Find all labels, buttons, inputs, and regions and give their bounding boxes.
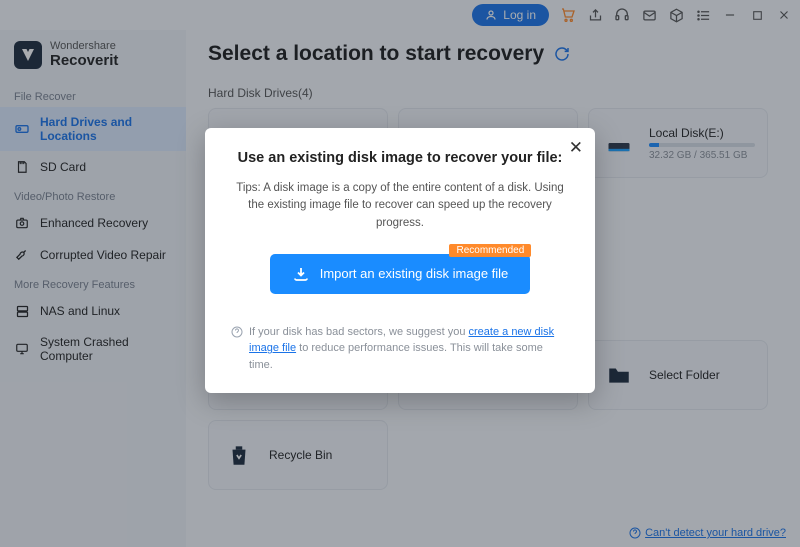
info-icon <box>231 326 243 338</box>
modal-footer: If your disk has bad sectors, we suggest… <box>231 324 569 374</box>
modal-close-button[interactable]: ✕ <box>569 138 583 158</box>
disk-image-modal: ✕ Use an existing disk image to recover … <box>205 128 595 393</box>
import-label: Import an existing disk image file <box>320 266 509 281</box>
modal-overlay: ✕ Use an existing disk image to recover … <box>0 0 800 547</box>
import-disk-image-button[interactable]: Import an existing disk image file Recom… <box>270 254 531 294</box>
modal-tips: Tips: A disk image is a copy of the enti… <box>231 180 569 232</box>
modal-title: Use an existing disk image to recover yo… <box>231 150 569 166</box>
download-icon <box>292 265 310 283</box>
recommended-badge: Recommended <box>449 244 531 257</box>
